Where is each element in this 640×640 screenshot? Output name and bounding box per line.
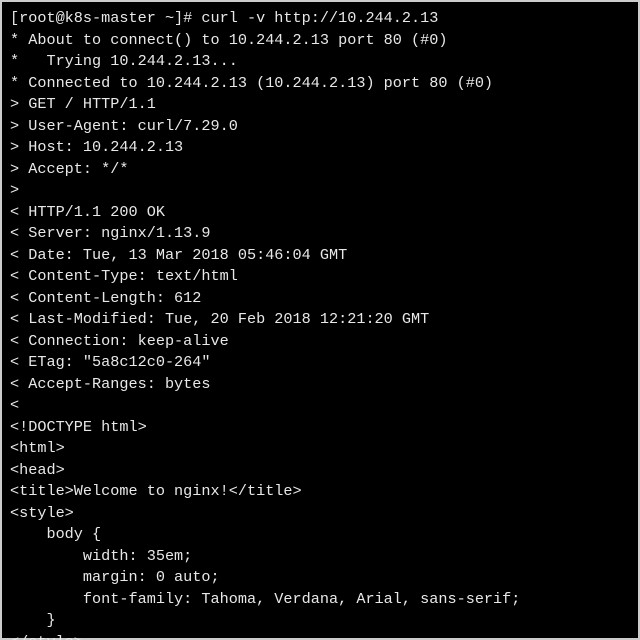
- terminal-line: margin: 0 auto;: [10, 567, 630, 589]
- terminal-line: font-family: Tahoma, Verdana, Arial, san…: [10, 589, 630, 611]
- terminal-line: > User-Agent: curl/7.29.0: [10, 116, 630, 138]
- terminal-line: * About to connect() to 10.244.2.13 port…: [10, 30, 630, 52]
- terminal-line: < Server: nginx/1.13.9: [10, 223, 630, 245]
- terminal-line: < Content-Length: 612: [10, 288, 630, 310]
- terminal-line: <head>: [10, 460, 630, 482]
- terminal-line: > Host: 10.244.2.13: [10, 137, 630, 159]
- terminal-line: <html>: [10, 438, 630, 460]
- terminal-line: <: [10, 395, 630, 417]
- terminal-line: < HTTP/1.1 200 OK: [10, 202, 630, 224]
- terminal-line: </style>: [10, 632, 630, 640]
- terminal-line: * Trying 10.244.2.13...: [10, 51, 630, 73]
- terminal-line: }: [10, 610, 630, 632]
- terminal-line: < Last-Modified: Tue, 20 Feb 2018 12:21:…: [10, 309, 630, 331]
- terminal-line: width: 35em;: [10, 546, 630, 568]
- terminal-line: < ETag: "5a8c12c0-264": [10, 352, 630, 374]
- terminal-line: [root@k8s-master ~]# curl -v http://10.2…: [10, 8, 630, 30]
- terminal-line: < Content-Type: text/html: [10, 266, 630, 288]
- terminal-line: * Connected to 10.244.2.13 (10.244.2.13)…: [10, 73, 630, 95]
- terminal-line: > GET / HTTP/1.1: [10, 94, 630, 116]
- terminal-line: <title>Welcome to nginx!</title>: [10, 481, 630, 503]
- terminal-line: <!DOCTYPE html>: [10, 417, 630, 439]
- terminal-line: < Date: Tue, 13 Mar 2018 05:46:04 GMT: [10, 245, 630, 267]
- terminal-line: >: [10, 180, 630, 202]
- terminal-line: body {: [10, 524, 630, 546]
- terminal-line: < Connection: keep-alive: [10, 331, 630, 353]
- terminal-line: > Accept: */*: [10, 159, 630, 181]
- terminal-line: < Accept-Ranges: bytes: [10, 374, 630, 396]
- terminal-window[interactable]: [root@k8s-master ~]# curl -v http://10.2…: [0, 0, 640, 640]
- terminal-line: <style>: [10, 503, 630, 525]
